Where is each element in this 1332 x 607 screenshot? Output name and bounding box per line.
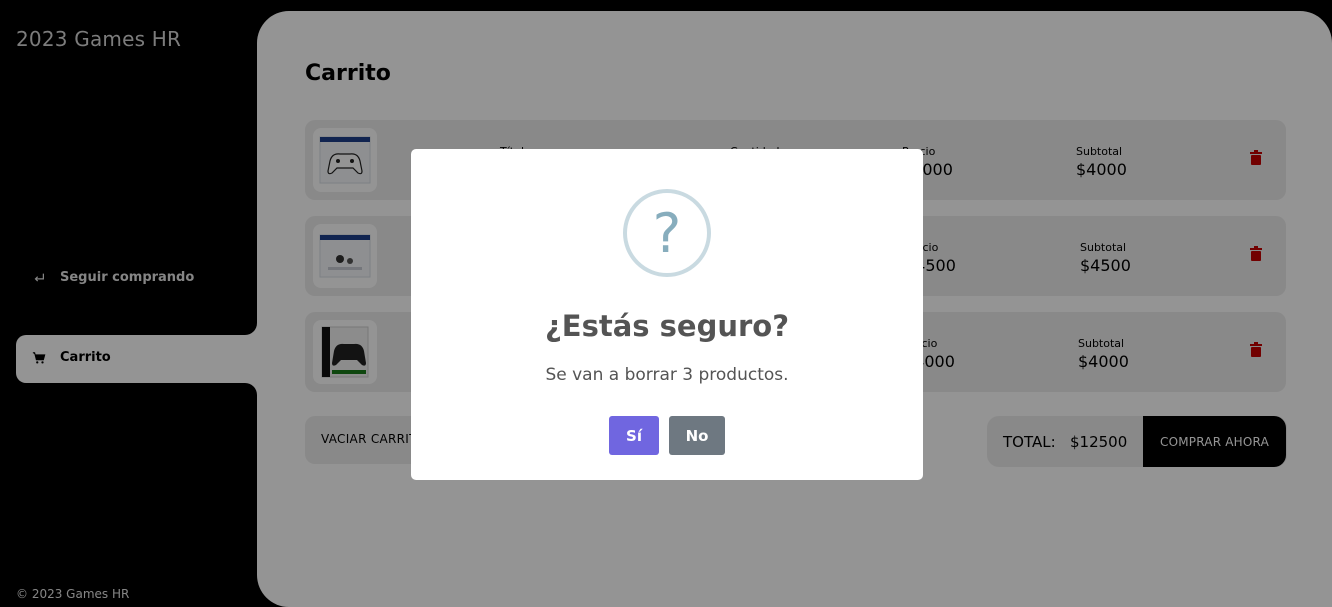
dialog-message: Se van a borrar 3 productos.	[545, 365, 789, 385]
confirm-yes-button[interactable]: Sí	[609, 416, 659, 455]
question-icon: ?	[623, 189, 711, 277]
confirm-no-button[interactable]: No	[669, 416, 725, 455]
confirm-dialog: ? ¿Estás seguro? Se van a borrar 3 produ…	[411, 149, 923, 480]
dialog-title: ¿Estás seguro?	[544, 309, 790, 343]
